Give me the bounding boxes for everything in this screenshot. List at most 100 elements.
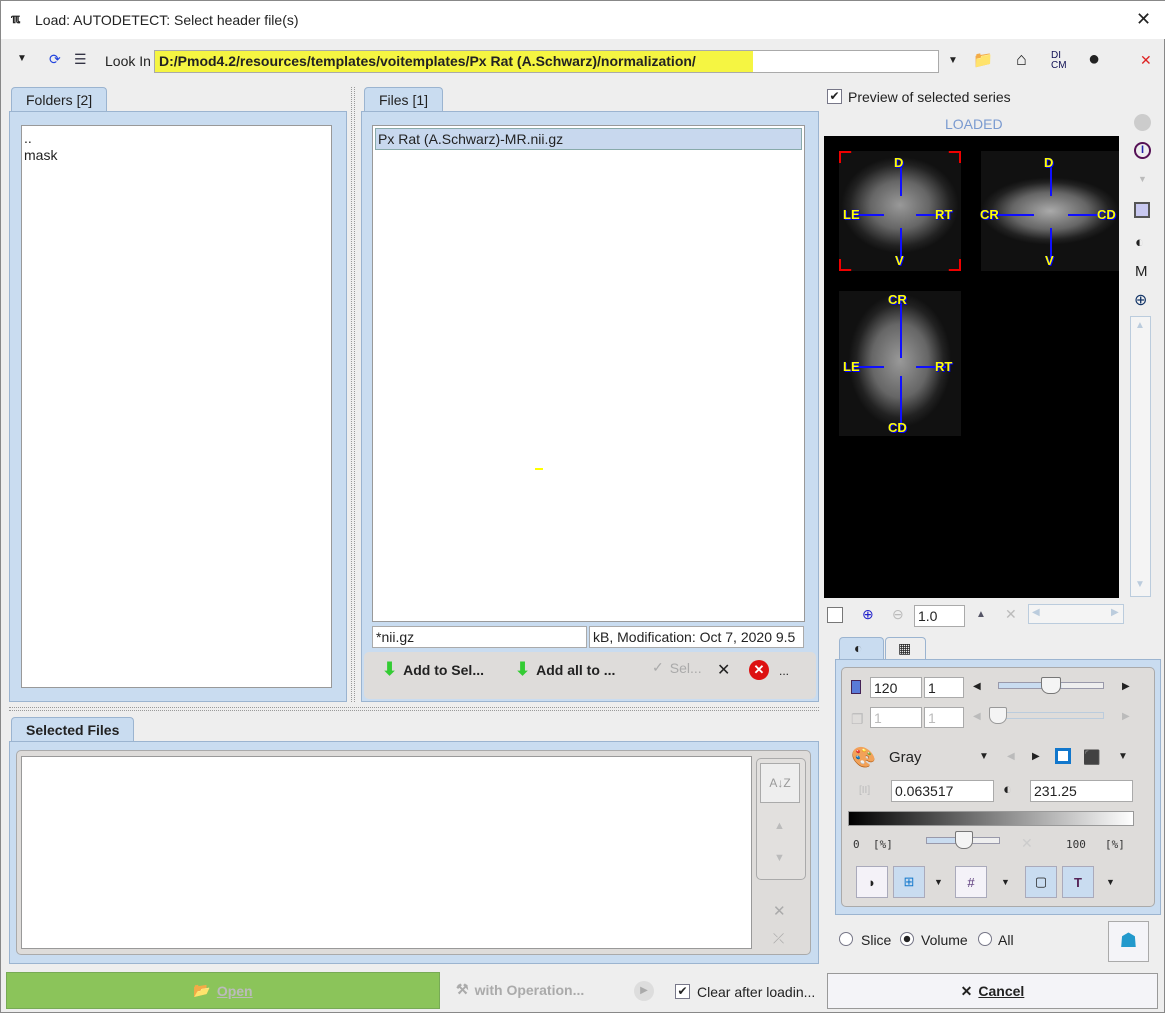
frame-prev-icon[interactable]: ◀ <box>973 711 981 722</box>
frame-step-input[interactable]: 1 <box>924 707 964 728</box>
home-icon[interactable]: ⌂ <box>1016 49 1027 70</box>
path-input[interactable]: D:/Pmod4.2/resources/templates/voitempla… <box>154 50 939 73</box>
colormap-select[interactable]: Gray <box>889 749 922 766</box>
scroll-up-icon[interactable]: ▲ <box>1135 320 1145 331</box>
max-input[interactable]: 231.25 <box>1030 780 1133 802</box>
delete-icon[interactable]: ✕ <box>749 660 769 680</box>
frame-slider-thumb[interactable] <box>989 707 1007 724</box>
overlay-dropdown-icon[interactable]: ▼ <box>1106 877 1115 887</box>
remove-icon[interactable]: ✕ <box>773 902 786 920</box>
tab-selected-files[interactable]: Selected Files <box>11 717 135 742</box>
colorbar[interactable] <box>848 811 1134 826</box>
layout-button[interactable]: ⊞ <box>893 866 925 898</box>
preview-checkbox[interactable]: ✔ <box>827 89 842 104</box>
splitter-vertical[interactable] <box>351 87 355 702</box>
new-folder-icon[interactable]: 📁 <box>973 50 993 70</box>
path-dropdown-icon[interactable]: ▼ <box>948 55 958 66</box>
with-operation-button[interactable]: ⚒ with Operation... <box>456 981 584 998</box>
info-icon[interactable]: I <box>1134 142 1151 159</box>
frame-input[interactable]: 1 <box>870 707 922 728</box>
tab-colortable[interactable]: ◐ <box>839 637 884 660</box>
open-button[interactable]: 📂 Open <box>6 972 440 1009</box>
select-button[interactable]: ✓ Sel... <box>652 659 702 676</box>
scroll-down-icon[interactable]: ▼ <box>1135 579 1145 590</box>
colormap-3d-icon[interactable]: ⬛ <box>1083 749 1100 766</box>
grid-button[interactable]: # <box>955 866 987 898</box>
frame-icon: ❐ <box>851 711 864 727</box>
tab-layout[interactable]: ▦ <box>885 637 926 659</box>
scroll-right-icon[interactable]: ▶ <box>1111 607 1119 618</box>
dicom-icon[interactable]: DI CM <box>1051 51 1067 71</box>
splitter-horizontal[interactable] <box>9 707 819 711</box>
slice-step-input[interactable]: 1 <box>924 677 964 698</box>
radio-all[interactable] <box>978 932 992 946</box>
close-toolbar-icon[interactable]: ✕ <box>1140 52 1152 69</box>
layout-dropdown-icon[interactable]: ▼ <box>934 877 943 887</box>
radio-volume[interactable] <box>900 932 914 946</box>
horizontal-scrollbar[interactable]: ◀ ▶ <box>1028 604 1124 624</box>
filter-input[interactable]: *nii.gz <box>372 626 587 648</box>
slice-next-icon[interactable]: ▶ <box>1122 681 1130 692</box>
auto-range-icon[interactable]: ◐ <box>1003 781 1012 798</box>
remove-all-icon[interactable]: ⤫ <box>773 930 784 947</box>
list-item[interactable]: mask <box>24 146 329 164</box>
frame-slider[interactable] <box>998 712 1104 719</box>
percent-slider-thumb[interactable] <box>955 831 973 849</box>
tab-folders[interactable]: Folders [2] <box>11 87 108 112</box>
move-down-icon[interactable]: ▼ <box>774 852 785 864</box>
list-item[interactable]: .. <box>24 130 329 146</box>
head-button[interactable]: ☗ <box>1108 921 1149 962</box>
menu-dropdown-icon[interactable]: ▼ <box>17 53 27 64</box>
slice-prev-icon[interactable]: ◀ <box>973 681 981 692</box>
reset-range-icon[interactable]: ✕ <box>1021 835 1033 852</box>
tab-files[interactable]: Files [1] <box>364 87 444 112</box>
dropdown-icon[interactable]: ▼ <box>1138 174 1147 184</box>
more-button[interactable]: ... <box>779 664 789 678</box>
colormap-options-icon[interactable]: ▼ <box>1118 751 1128 762</box>
selected-files-list[interactable] <box>21 756 752 949</box>
colormap-prev-icon[interactable]: ◀ <box>1007 751 1015 762</box>
crosshair-icon[interactable]: ⊕ <box>1134 290 1147 310</box>
contour-button[interactable]: ▢ <box>1025 866 1057 898</box>
operation-play-icon[interactable]: ▶ <box>634 981 654 1001</box>
clear-after-checkbox[interactable]: ✔ <box>675 984 690 999</box>
slice-slider-thumb[interactable] <box>1041 677 1061 694</box>
add-to-selection-button[interactable]: ⬇ Add to Sel... <box>382 659 484 680</box>
zoom-in-icon[interactable]: ⊕ <box>862 606 874 623</box>
image-viewer[interactable]: D V LE RT D V CR CD CR CD LE RT <box>824 136 1119 598</box>
move-up-icon[interactable]: ▲ <box>774 820 785 832</box>
frame-next-icon[interactable]: ▶ <box>1122 711 1130 722</box>
reset-icon[interactable]: ✕ <box>1005 606 1017 623</box>
zoom-up-icon[interactable]: ▲ <box>976 609 986 620</box>
folders-list[interactable]: .. mask <box>21 125 332 688</box>
list-item[interactable]: Px Rat (A.Schwarz)-MR.nii.gz <box>375 128 802 150</box>
pct-max-unit: [%] <box>1105 838 1125 851</box>
database-icon[interactable]: ☰ <box>74 51 87 68</box>
radio-slice[interactable] <box>839 932 853 946</box>
close-icon[interactable]: ✕ <box>1136 9 1151 30</box>
clear-icon[interactable]: ✕ <box>717 660 730 680</box>
mip-icon[interactable]: M <box>1135 263 1148 280</box>
viewer-scrollbar[interactable]: ▲ ▼ <box>1130 316 1151 597</box>
cancel-button[interactable]: ✕ Cancel <box>827 973 1158 1009</box>
colormap-dropdown-icon[interactable]: ▼ <box>979 751 989 762</box>
refresh-icon[interactable]: ⟳ <box>49 51 61 68</box>
fit-checkbox[interactable] <box>827 607 843 623</box>
zoom-out-icon[interactable]: ⊖ <box>892 606 904 623</box>
grid-dropdown-icon[interactable]: ▼ <box>1001 877 1010 887</box>
zoom-input[interactable]: 1.0 <box>914 605 965 627</box>
text-overlay-button[interactable]: T <box>1062 866 1094 898</box>
contrast-icon[interactable]: ◐ <box>1135 234 1144 251</box>
overlay-icon[interactable] <box>1134 202 1150 218</box>
sort-icon[interactable]: A↓Z <box>760 763 800 803</box>
slice-input[interactable]: 120 <box>870 677 922 698</box>
brain-icon[interactable]: ● <box>1088 48 1100 71</box>
fusion-button[interactable]: ◗ <box>856 866 888 898</box>
min-input[interactable]: 0.063517 <box>891 780 994 802</box>
add-all-button[interactable]: ⬇ Add all to ... <box>515 659 615 680</box>
files-list[interactable]: Px Rat (A.Schwarz)-MR.nii.gz <box>372 125 805 622</box>
scroll-left-icon[interactable]: ◀ <box>1032 607 1040 618</box>
invert-icon[interactable] <box>1055 748 1071 764</box>
stop-icon[interactable] <box>1134 114 1151 131</box>
colormap-next-icon[interactable]: ▶ <box>1032 751 1040 762</box>
